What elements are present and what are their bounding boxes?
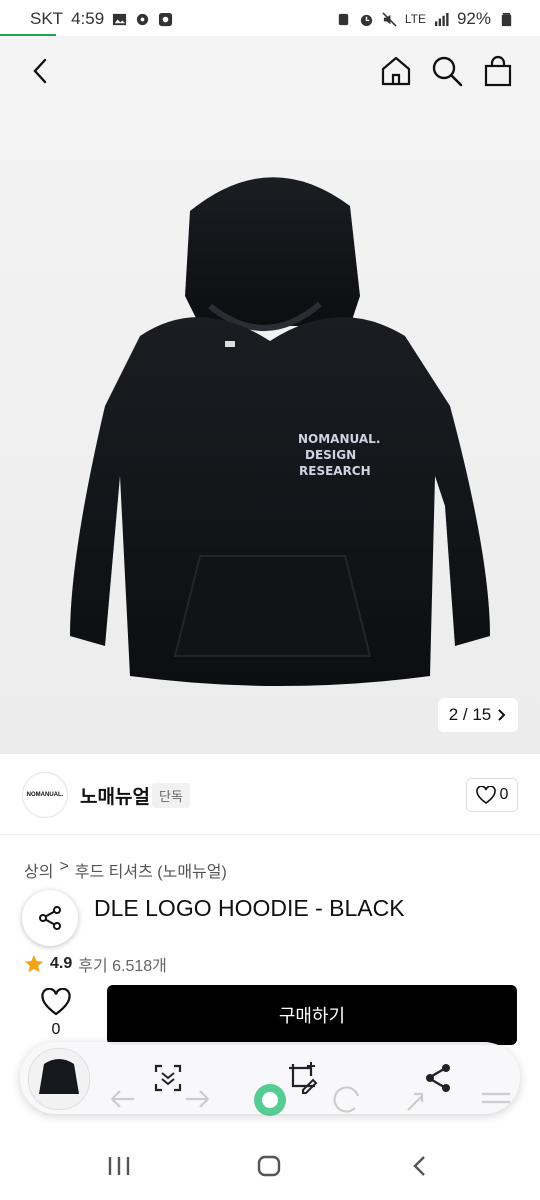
status-bar: SKT 4:59 LTE 92% bbox=[0, 0, 540, 36]
rating-row[interactable]: 4.9 후기 6.518개 bbox=[24, 952, 167, 976]
breadcrumb-category[interactable]: 상의 bbox=[24, 858, 53, 882]
clock: 4:59 bbox=[71, 9, 105, 28]
share-icon bbox=[39, 906, 61, 930]
recycle-icon bbox=[338, 13, 349, 25]
recent-apps-icon[interactable] bbox=[106, 1155, 132, 1177]
heart-icon bbox=[41, 987, 71, 1016]
heart-icon bbox=[475, 786, 496, 804]
hoodie-print-line3: RESEARCH bbox=[299, 464, 371, 478]
hoodie-photo: NOMANUAL. DESIGN RESEARCH bbox=[70, 177, 490, 686]
system-navigation-bar bbox=[0, 1130, 540, 1200]
home-button-icon[interactable] bbox=[256, 1154, 282, 1178]
star-icon bbox=[25, 955, 43, 973]
shopping-bag-icon[interactable] bbox=[481, 54, 515, 88]
search-icon[interactable] bbox=[430, 54, 464, 88]
brand-logo[interactable]: NOMANUAL. bbox=[22, 772, 68, 818]
hoodie-print-line1: NOMANUAL. bbox=[298, 432, 380, 446]
chevron-right-icon bbox=[498, 709, 506, 721]
gallery-icon bbox=[113, 13, 127, 25]
hoodie-print-line2: DESIGN bbox=[305, 448, 356, 462]
forward-arrow-icon bbox=[186, 1090, 209, 1108]
battery-icon bbox=[501, 12, 512, 26]
home-icon[interactable] bbox=[379, 54, 413, 88]
brand-like-count: 0 bbox=[499, 786, 509, 803]
home-circle-inner-icon bbox=[262, 1092, 278, 1108]
settings-notification-icon bbox=[137, 13, 149, 25]
brand-like-button[interactable]: 0 bbox=[466, 778, 518, 812]
product-title: DLE LOGO HOODIE - BLACK bbox=[94, 895, 405, 921]
brand-name[interactable]: 노매뉴얼 bbox=[80, 782, 150, 809]
network-label: LTE bbox=[404, 12, 426, 26]
breadcrumb-separator: > bbox=[59, 858, 69, 875]
wishlist-count: 0 bbox=[51, 1021, 61, 1038]
battery-percent: 92% bbox=[456, 9, 491, 28]
brand-logo-text: NOMANUAL. bbox=[26, 792, 64, 798]
chevron-left-icon[interactable] bbox=[24, 54, 58, 88]
image-counter[interactable]: 2 / 15 bbox=[438, 698, 518, 732]
exclusive-badge: 단독 bbox=[152, 783, 190, 808]
wishlist-button[interactable]: 0 bbox=[30, 987, 82, 1039]
buy-button[interactable]: 구매하기 bbox=[107, 985, 517, 1045]
image-counter-text: 2 / 15 bbox=[448, 705, 492, 724]
product-image-gallery[interactable]: NOMANUAL. DESIGN RESEARCH 2 / 15 bbox=[0, 36, 540, 754]
alarm-icon bbox=[360, 14, 372, 26]
brand-row: NOMANUAL. 노매뉴얼 단독 0 bbox=[0, 754, 540, 835]
signal-icon bbox=[434, 12, 449, 26]
share-button[interactable] bbox=[22, 890, 78, 946]
review-count[interactable]: 후기 6.518개 bbox=[78, 952, 167, 976]
system-back-icon[interactable] bbox=[408, 1154, 432, 1178]
rating-score: 4.9 bbox=[50, 955, 73, 972]
browser-nav-controls bbox=[111, 1084, 510, 1116]
app-notification-icon bbox=[159, 12, 173, 26]
mute-icon bbox=[382, 11, 397, 27]
back-arrow-icon bbox=[111, 1090, 134, 1108]
breadcrumb-subcategory[interactable]: 후드 티셔츠 (노매뉴얼) bbox=[75, 858, 227, 882]
menu-icon bbox=[482, 1092, 510, 1104]
refresh-icon bbox=[333, 1086, 360, 1113]
carrier-label: SKT bbox=[30, 9, 64, 28]
forward-share-icon bbox=[407, 1092, 424, 1111]
breadcrumb: 상의 > 후드 티셔츠 (노매뉴얼) bbox=[24, 858, 227, 882]
